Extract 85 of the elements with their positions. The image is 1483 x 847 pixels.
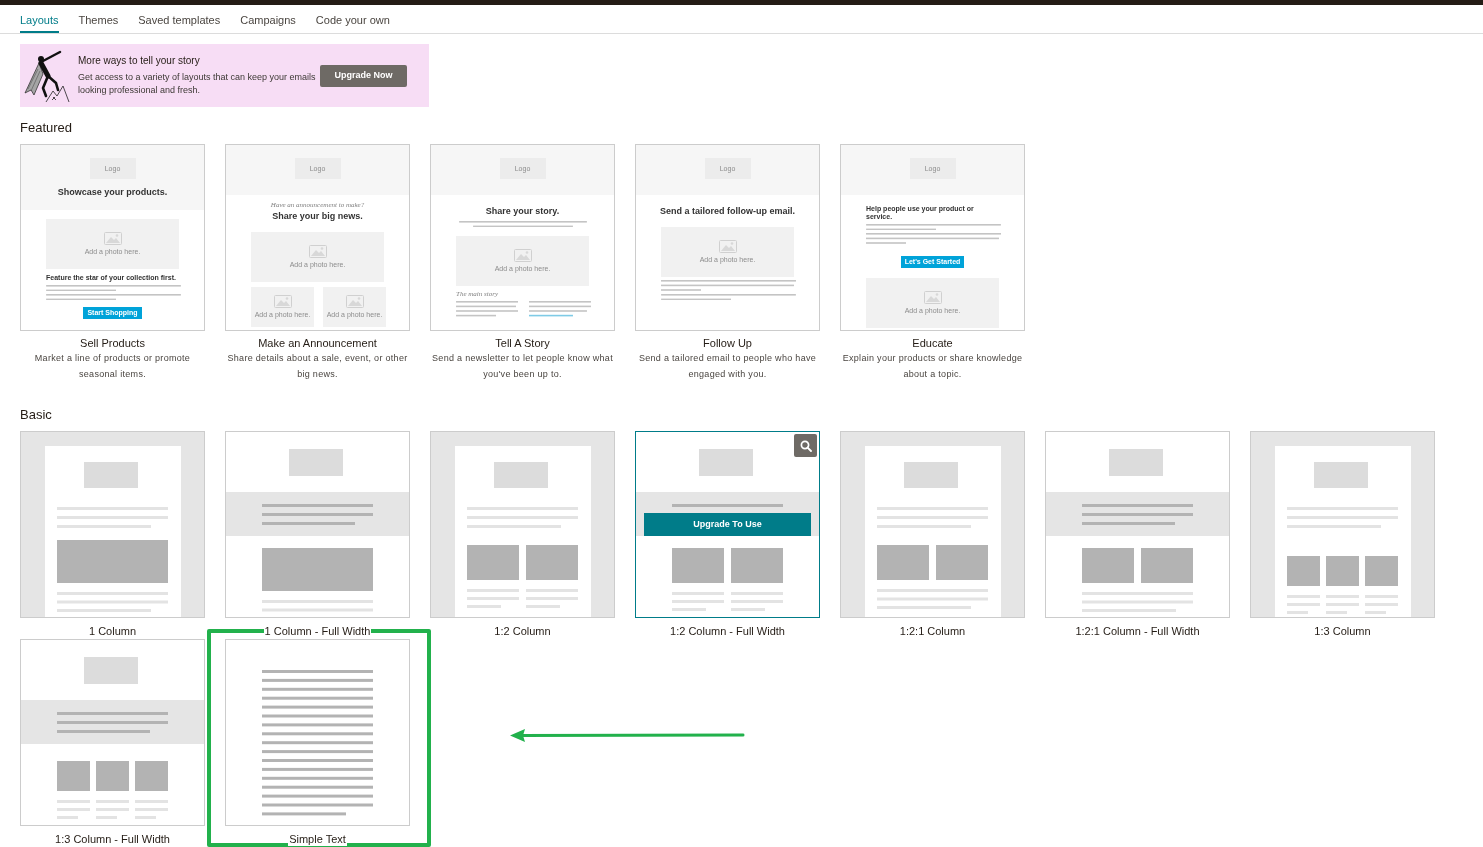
image-placeholder xyxy=(96,761,129,791)
logo-placeholder xyxy=(84,657,138,684)
tab[interactable]: Layouts xyxy=(20,5,59,33)
text-lines-drawing xyxy=(1365,595,1398,614)
text-lines-drawing xyxy=(135,800,168,819)
template-card[interactable] xyxy=(430,431,615,618)
image-placeholder xyxy=(1365,556,1398,586)
text-lines-drawing xyxy=(467,589,519,608)
tab[interactable]: Code your own xyxy=(315,5,390,33)
template-name: 1 Column - Full Width xyxy=(263,624,372,638)
banner-title: More ways to tell your story xyxy=(78,54,201,67)
text-lines-drawing xyxy=(1326,595,1359,614)
image-placeholder xyxy=(1082,548,1134,583)
image-placeholder xyxy=(1326,556,1359,586)
image-placeholder xyxy=(135,761,168,791)
picture-icon xyxy=(273,295,292,308)
logo-placeholder xyxy=(1109,449,1163,476)
picture-icon xyxy=(923,291,942,304)
image-placeholder xyxy=(57,761,90,791)
logo-placeholder xyxy=(699,449,753,476)
template-card[interactable]: Upgrade To Use xyxy=(635,431,820,618)
preview-heading: Share your story. xyxy=(484,205,561,218)
template-description: Explain your products or share knowledge about a topic. xyxy=(841,352,1024,381)
image-placeholder xyxy=(467,545,519,580)
template-card[interactable] xyxy=(840,431,1025,618)
template-title: Educate xyxy=(912,336,953,350)
text-lines-drawing xyxy=(526,589,578,608)
template-description: Market a line of products or promote seasonal items. xyxy=(33,352,192,381)
text-lines-drawing xyxy=(1287,595,1320,614)
template-description: Share details about a sale, event, or other big news. xyxy=(226,352,409,381)
logo-placeholder xyxy=(289,449,343,476)
preview-heading: Showcase your products. xyxy=(57,187,168,198)
logo-placeholder xyxy=(904,462,958,488)
template-card[interactable] xyxy=(1250,431,1435,618)
preview-heading: Share your big news. xyxy=(271,210,364,223)
preview-button[interactable] xyxy=(794,434,817,457)
tab[interactable]: Themes xyxy=(78,5,119,33)
banner-text: Get access to a variety of layouts that can keep your emails looking professional and fresh. xyxy=(78,70,316,97)
image-placeholder xyxy=(731,548,783,583)
picture-icon xyxy=(513,249,532,263)
template-name: 1:2 Column xyxy=(493,624,552,638)
text-lines-drawing xyxy=(96,800,129,819)
logo-placeholder xyxy=(494,462,548,488)
image-placeholder xyxy=(672,548,724,583)
text-lines-drawing xyxy=(731,592,783,611)
template-name: 1 Column xyxy=(87,624,138,638)
picture-icon xyxy=(103,232,122,245)
climber-drawing xyxy=(22,48,70,103)
template-title: Make an Announcement xyxy=(258,336,377,350)
picture-icon xyxy=(345,295,364,308)
text-lines-drawing xyxy=(57,800,90,819)
template-card[interactable] xyxy=(20,431,205,618)
search-icon xyxy=(799,439,812,452)
template-title: Sell Products xyxy=(80,336,145,350)
upgrade-button[interactable]: Upgrade Now xyxy=(320,64,407,87)
image-placeholder xyxy=(526,545,578,580)
template-card[interactable] xyxy=(1045,431,1230,618)
template-card[interactable] xyxy=(225,431,410,618)
upgrade-button[interactable]: Upgrade To Use xyxy=(644,513,811,536)
text-lines-drawing xyxy=(672,592,724,611)
template-name: Simple Text xyxy=(288,832,347,846)
image-placeholder xyxy=(936,545,988,580)
template-name: 1:2 Column - Full Width xyxy=(669,624,786,638)
template-title: Follow Up xyxy=(703,336,752,350)
template-title: Tell A Story xyxy=(495,336,550,350)
template-description: Send a tailored email to people who have engaged with you. xyxy=(637,352,818,381)
image-placeholder xyxy=(877,545,929,580)
template-card[interactable] xyxy=(20,639,205,826)
tab[interactable]: Saved templates xyxy=(138,5,221,33)
template-description: Send a newsletter to let people know what you've been up to. xyxy=(431,352,614,381)
template-name: 1:2:1 Column xyxy=(898,624,967,638)
template-card[interactable] xyxy=(225,639,410,826)
template-name: 1:2:1 Column - Full Width xyxy=(1074,624,1201,638)
image-placeholder xyxy=(1287,556,1320,586)
image-placeholder xyxy=(1141,548,1193,583)
template-name: 1:3 Column - Full Width xyxy=(54,832,171,846)
tab[interactable]: Campaigns xyxy=(240,5,296,33)
template-name: 1:3 Column xyxy=(1313,624,1372,638)
section-heading: Featured xyxy=(20,121,73,135)
logo-placeholder xyxy=(1314,462,1368,488)
logo-placeholder xyxy=(84,462,138,488)
preview-heading: Send a tailored follow-up email. xyxy=(659,205,796,218)
picture-icon xyxy=(308,245,327,258)
picture-icon xyxy=(718,240,737,253)
section-heading: Basic xyxy=(20,408,52,422)
